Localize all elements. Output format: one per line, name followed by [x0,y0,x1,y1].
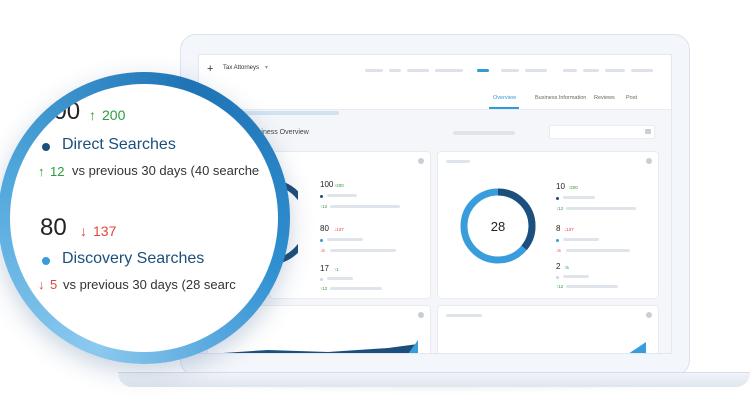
label-placeholder [563,196,595,199]
tab-reviews[interactable]: Reviews [594,95,615,101]
add-icon[interactable]: + [207,63,213,75]
legend-dot [556,276,559,279]
discovery-legend-dot [42,257,50,265]
trend-card [437,305,659,353]
metric-sub-change: ↓5 [320,248,325,253]
donut-center-value: 28 [491,219,505,234]
metric-sub-change: ↑12 [320,204,328,209]
area-chart [629,342,646,353]
compare-placeholder [566,285,618,288]
date-range-select[interactable] [549,125,655,139]
metric-sub-change: ↑12 [556,284,564,289]
legend-dot [320,278,323,281]
breadcrumb-placeholder [239,111,339,115]
metric-sub-change: ↓5 [556,248,561,253]
searches-card: 100 ↑200 ↑12 80 ↓137 ↓5 17 ↑1 ↑12 [267,151,431,299]
area-chart [223,340,418,353]
nav-placeholder[interactable] [563,69,577,72]
info-icon[interactable] [646,312,652,318]
compare-placeholder [330,287,382,290]
nav-placeholder[interactable] [365,69,383,72]
direct-searches-change: 200 [102,107,126,123]
discovery-compare-text: vs previous 30 days (28 searc [63,277,236,292]
direct-legend-dot [42,143,50,151]
up-arrow-icon: ↑ [89,107,96,123]
metric-change: ↑1 [334,267,339,272]
nav-placeholder[interactable] [407,69,429,72]
views-card: 28 10 ↑200 ↑12 8 ↓137 ↓5 2 ↑5 ↑12 [437,151,659,299]
legend-dot [320,239,323,242]
info-icon[interactable] [646,158,652,164]
compare-placeholder [566,249,630,252]
direct-searches-label: Direct Searches [62,136,176,153]
metric-value: 8 [556,224,561,233]
nav-placeholder[interactable] [583,69,599,72]
discovery-searches-change: 137 [93,223,117,239]
card-title-placeholder [446,160,470,163]
compare-placeholder [566,207,636,210]
metric-change: ↑200 [568,185,578,190]
direct-compare-change: 12 [50,164,65,179]
laptop-base [118,372,750,387]
discovery-searches-value: 80 [40,214,67,241]
metric-value: 100 [320,180,334,189]
metric-value: 80 [320,224,329,233]
label-placeholder [327,277,353,280]
active-tab-indicator [489,107,519,109]
down-arrow-icon: ↓ [38,277,45,292]
up-arrow-icon: ↑ [38,164,45,179]
date-label-placeholder [453,131,515,135]
info-icon[interactable] [418,312,424,318]
metric-value: 10 [556,182,565,191]
metric-change: ↑200 [334,183,344,188]
legend-dot [320,195,323,198]
nav-placeholder[interactable] [631,69,653,72]
discovery-searches-label: Discovery Searches [62,250,205,267]
metric-value: 2 [556,262,561,271]
metric-change: ↑5 [564,265,569,270]
metric-sub-change: ↑12 [556,206,564,211]
top-bar: + Tax Attorneys ▾ [199,55,671,88]
calendar-icon [645,129,651,134]
label-placeholder [327,194,357,197]
tab-post[interactable]: Post [626,95,637,101]
info-icon[interactable] [418,158,424,164]
sub-nav: Overview Business Information Reviews Po… [199,87,671,110]
metric-change: ↓137 [564,227,574,232]
nav-placeholder[interactable] [389,69,401,72]
direct-compare-text: vs previous 30 days (40 searche [72,163,260,178]
down-arrow-icon: ↓ [80,223,87,239]
nav-placeholder[interactable] [501,69,519,72]
account-selector[interactable]: Tax Attorneys [223,65,259,71]
legend-dot [556,239,559,242]
nav-placeholder[interactable] [435,69,463,72]
direct-searches-value: 100 [40,98,81,125]
compare-placeholder [330,205,400,208]
magnifier-lens: 100 ↑ 200 Direct Searches ↑ 12 vs previo… [10,84,278,352]
metric-change: ↓137 [334,227,344,232]
tab-overview[interactable]: Overview [493,95,516,101]
metric-value: 17 [320,264,329,273]
nav-placeholder[interactable] [525,69,547,72]
label-placeholder [327,238,363,241]
label-placeholder [563,238,599,241]
legend-dot [556,197,559,200]
chevron-down-icon[interactable]: ▾ [265,64,268,71]
discovery-compare-change: 5 [50,277,58,292]
nav-placeholder-active[interactable] [477,69,489,72]
card-title-placeholder [446,314,482,317]
nav-placeholder[interactable] [605,69,625,72]
tab-business-information[interactable]: Business Information [535,95,586,101]
donut-chart: 28 [460,188,536,264]
label-placeholder [563,275,589,278]
metric-sub-change: ↑12 [320,286,328,291]
compare-placeholder [330,249,396,252]
